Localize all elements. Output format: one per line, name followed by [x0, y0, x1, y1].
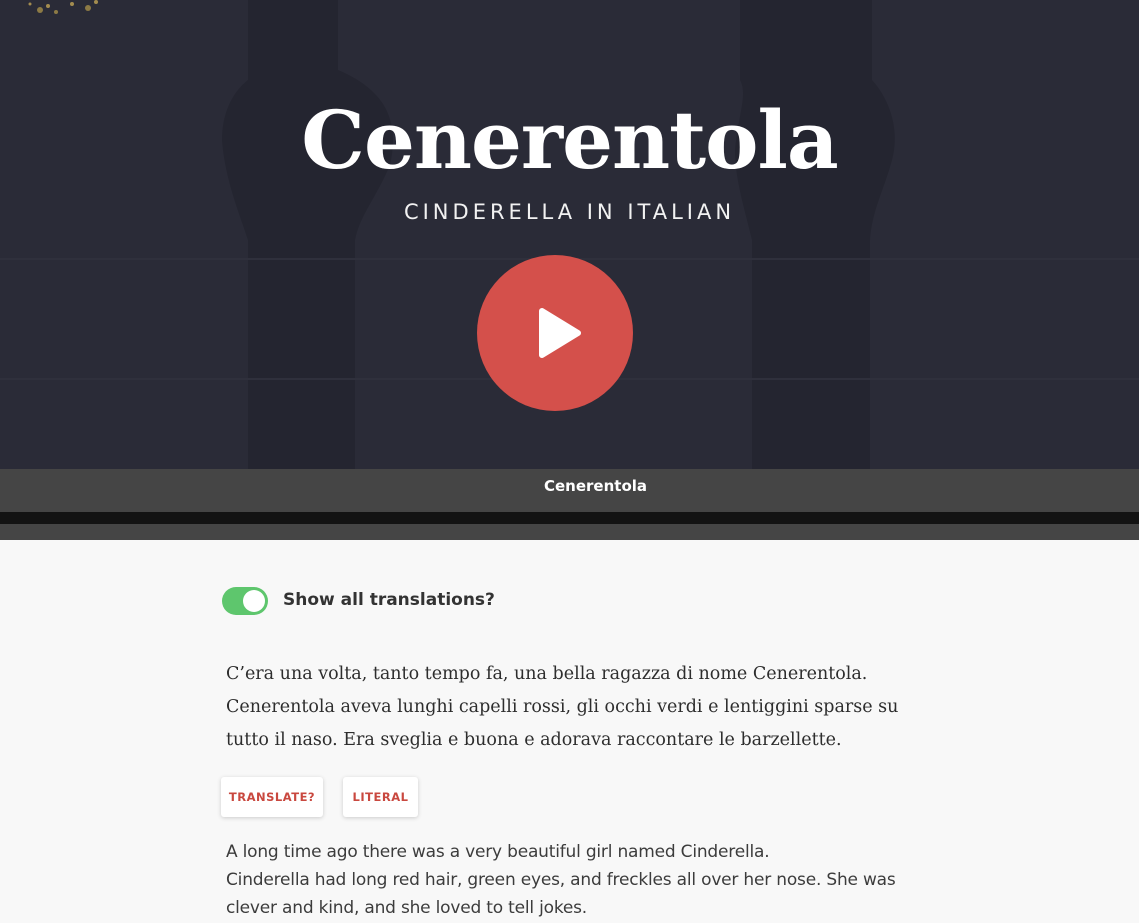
audio-bar-divider — [0, 524, 1139, 540]
audio-progress-track[interactable] — [0, 512, 1139, 524]
audio-title-bar: Cenerentola — [0, 469, 1139, 512]
hero-banner: Cenerentola CINDERELLA IN ITALIAN — [0, 0, 1139, 469]
play-button[interactable] — [477, 255, 633, 411]
italian-paragraph: C’era una volta, tanto tempo fa, una bel… — [226, 664, 899, 750]
audio-track-title: Cenerentola — [543, 477, 648, 495]
literal-button[interactable]: LITERAL — [343, 777, 418, 817]
translate-button[interactable]: TRANSLATE? — [221, 777, 323, 817]
toggle-knob — [243, 590, 265, 612]
story-subtitle: CINDERELLA IN ITALIAN — [403, 200, 736, 224]
english-translation: A long time ago there was a very beautif… — [226, 838, 916, 922]
english-line: Cinderella had long red hair, green eyes… — [226, 870, 896, 890]
show-translations-toggle[interactable] — [222, 587, 268, 615]
story-title: Cenerentola — [301, 93, 838, 187]
play-icon — [539, 308, 581, 358]
english-line: A long time ago there was a very beautif… — [226, 842, 770, 862]
show-translations-label: Show all translations? — [283, 590, 495, 610]
english-line: clever and kind, and she loved to tell j… — [226, 898, 588, 918]
